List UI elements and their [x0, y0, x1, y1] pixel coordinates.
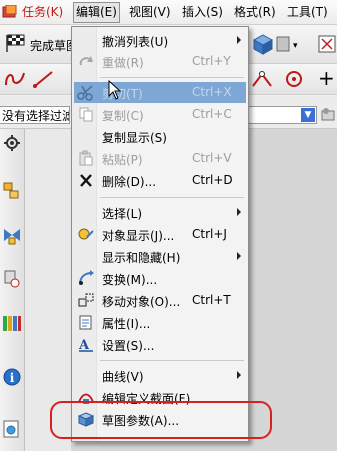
menu-item-shortcut: Ctrl+C [192, 107, 232, 121]
menu-item-label: 对象显示(J)... [102, 229, 175, 243]
submenu-arrow-icon [237, 36, 241, 44]
menu-item-shortcut: Ctrl+X [192, 85, 232, 99]
scope-dropdown[interactable]: ▼ [247, 106, 317, 124]
menu-item-delete[interactable]: 删除(D)... Ctrl+D [74, 170, 246, 191]
menu-item-undo-list[interactable]: 撤消列表(U) [74, 30, 246, 51]
move-object-icon [78, 293, 94, 307]
menu-item-copy[interactable]: 复制(C) Ctrl+C [74, 104, 246, 125]
submenu-arrow-icon [237, 252, 241, 260]
task-menu-icon [2, 5, 17, 18]
web-browser-icon[interactable] [2, 419, 22, 439]
assembly-navigator-icon[interactable] [2, 181, 22, 201]
menu-item-shortcut: Ctrl+V [192, 151, 232, 165]
menu-item-cut[interactable]: 剪切(T) Ctrl+X [74, 82, 246, 103]
selection-filter-value: 没有选择过滤 [2, 109, 70, 123]
view-icon[interactable] [276, 33, 292, 55]
copy-icon [79, 107, 93, 122]
chevron-down-icon[interactable]: ▼ [301, 108, 315, 122]
menu-item-label: 属性(I)... [102, 317, 151, 331]
toolbar-dropdown-icon[interactable]: ▾ [293, 41, 298, 51]
menu-item-label: 移动对象(O)... [102, 295, 181, 309]
paste-icon [79, 150, 93, 166]
menu-item-paste[interactable]: 粘贴(P) Ctrl+V [74, 148, 246, 169]
menu-tools[interactable]: 工具(T) [287, 4, 328, 21]
menu-separator [100, 360, 244, 361]
cube-icon[interactable] [252, 33, 274, 55]
transform-icon [79, 270, 94, 285]
menu-item-transform[interactable]: 变换(M)... [74, 268, 246, 289]
point-icon[interactable] [283, 69, 305, 89]
menu-item-object-display[interactable]: 对象显示(J)... Ctrl+J [74, 224, 246, 245]
menu-bar: 任务(K) 编辑(E) 视图(V) 插入(S) 格式(R) 工具(T) [0, 0, 337, 25]
plus-icon[interactable]: + [318, 67, 335, 89]
menu-item-copy-display[interactable]: 复制显示(S) [74, 126, 246, 147]
menu-format[interactable]: 格式(R) [234, 4, 276, 21]
menu-separator [100, 77, 244, 78]
menu-item-label: 设置(S)... [102, 339, 155, 353]
line-icon[interactable] [32, 69, 56, 89]
profile-icon[interactable] [3, 69, 27, 89]
menu-item-label: 复制(C) [102, 109, 144, 123]
menu-item-properties[interactable]: 属性(I)... [74, 312, 246, 333]
menu-item-label: 复制显示(S) [102, 131, 167, 145]
gear-icon[interactable] [2, 133, 22, 153]
part-navigator-icon[interactable] [2, 269, 22, 289]
menu-item-shortcut: Ctrl+T [192, 293, 231, 307]
constraint-navigator-icon[interactable] [2, 225, 22, 245]
menu-item-curve[interactable]: 曲线(V) [74, 365, 246, 386]
menu-item-move-object[interactable]: 移动对象(O)... Ctrl+T [74, 290, 246, 311]
edit-menu-dropdown: 撤消列表(U) 重做(R) Ctrl+Y 剪切(T) Ctrl+X 复制(C) … [71, 26, 249, 442]
selection-filter-dropdown[interactable]: 没有选择过滤 [0, 106, 70, 124]
menu-item-label: 变换(M)... [102, 273, 158, 287]
fit-view-icon[interactable] [318, 35, 336, 53]
text-settings-icon: A [78, 338, 93, 353]
finish-flag-icon[interactable] [4, 33, 26, 53]
redo-icon [79, 56, 93, 66]
menu-item-label: 重做(R) [102, 56, 144, 70]
menu-item-settings[interactable]: A 设置(S)... [74, 334, 246, 355]
filter-settings-icon[interactable] [320, 106, 336, 122]
menu-edit[interactable]: 编辑(E) [73, 2, 120, 23]
menu-item-select[interactable]: 选择(L) [74, 202, 246, 223]
object-display-icon [78, 228, 94, 240]
menu-item-shortcut: Ctrl+D [192, 173, 233, 187]
constraint-icon[interactable] [250, 68, 274, 90]
properties-icon [79, 315, 92, 330]
submenu-arrow-icon [237, 208, 241, 216]
menu-item-label: 显示和隐藏(H) [102, 251, 181, 265]
menu-item-redo[interactable]: 重做(R) Ctrl+Y [74, 51, 246, 72]
submenu-arrow-icon [237, 371, 241, 379]
menu-item-show-hide[interactable]: 显示和隐藏(H) [74, 246, 246, 267]
menu-item-label: 删除(D)... [102, 175, 157, 189]
mouse-pointer-icon [108, 80, 122, 100]
info-icon[interactable]: i [2, 367, 22, 387]
menu-item-label: 粘贴(P) [102, 153, 143, 167]
menu-item-shortcut: Ctrl+Y [192, 54, 231, 68]
menu-view[interactable]: 视图(V) [129, 4, 171, 21]
scissors-icon [77, 85, 93, 101]
menu-insert[interactable]: 插入(S) [182, 4, 223, 21]
menu-item-shortcut: Ctrl+J [192, 227, 227, 241]
menu-task[interactable]: 任务(K) [22, 4, 63, 21]
menu-item-label: 撤消列表(U) [102, 35, 169, 49]
menu-item-label: 曲线(V) [102, 370, 144, 384]
delete-x-icon [80, 174, 92, 187]
reuse-library-icon[interactable] [2, 313, 22, 333]
menu-item-label: 选择(L) [102, 207, 143, 221]
highlight-ring [50, 401, 272, 439]
menu-separator [100, 197, 244, 198]
svg-text:i: i [10, 371, 15, 385]
resource-bar: i [0, 129, 25, 451]
